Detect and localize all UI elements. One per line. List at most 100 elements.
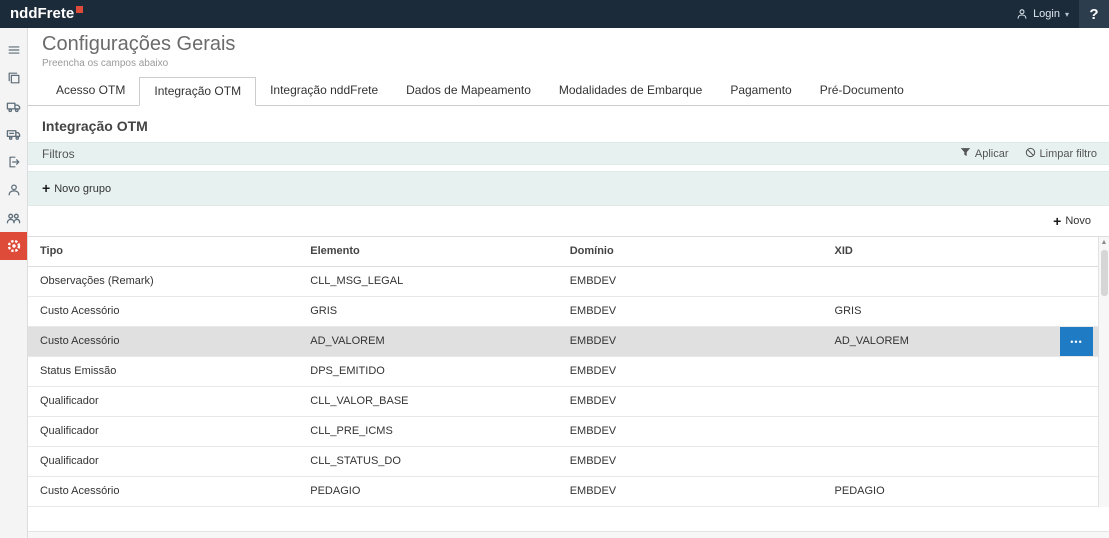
scroll-up-icon[interactable]: ▲ (1101, 239, 1108, 247)
main-content: Configurações Gerais Preencha os campos … (28, 28, 1109, 538)
cell-elemento: AD_VALOREM (298, 327, 557, 356)
sidebar (0, 28, 28, 538)
cell-tipo: Status Emissão (28, 357, 298, 386)
truck-icon (6, 99, 21, 114)
cell-xid (823, 387, 1109, 416)
cell-elemento: DPS_EMITIDO (298, 357, 557, 386)
table-toolbar: + Novo (28, 206, 1109, 234)
page-head: Configurações Gerais Preencha os campos … (28, 28, 1109, 71)
sidebar-item-settings[interactable] (0, 232, 27, 260)
app-shell: Configurações Gerais Preencha os campos … (0, 28, 1109, 538)
new-group-button[interactable]: + Novo grupo (42, 183, 111, 195)
tab-integracao-nddfrete[interactable]: Integração nddFrete (256, 77, 392, 105)
page-subtitle: Preencha os campos abaixo (42, 58, 1109, 69)
apply-filter-button[interactable]: Aplicar (960, 147, 1009, 161)
cell-elemento: GRIS (298, 297, 557, 326)
new-button[interactable]: + Novo (1053, 215, 1091, 227)
help-button[interactable]: ? (1079, 0, 1109, 28)
cell-tipo: Qualificador (28, 417, 298, 446)
cell-dominio: EMBDEV (558, 477, 823, 506)
table-row[interactable]: Qualificador CLL_VALOR_BASE EMBDEV (28, 387, 1109, 417)
sidebar-item-documents[interactable] (0, 64, 27, 92)
clear-filter-button[interactable]: Limpar filtro (1025, 147, 1097, 161)
filter-group-panel: + Novo grupo (28, 171, 1109, 206)
cell-xid (823, 447, 1109, 476)
cell-elemento: PEDAGIO (298, 477, 557, 506)
sidebar-item-support[interactable] (0, 176, 27, 204)
cell-dominio: EMBDEV (558, 387, 823, 416)
support-icon (7, 183, 21, 197)
tab-bar: Acesso OTM Integração OTM Integração ndd… (28, 77, 1109, 106)
cell-tipo: Observações (Remark) (28, 267, 298, 296)
cell-xid (823, 357, 1109, 386)
chevron-down-icon: ▾ (1065, 10, 1069, 19)
plus-icon: + (42, 183, 50, 194)
export-icon (7, 155, 21, 169)
filters-bar: Filtros Aplicar Limpar filtro (28, 142, 1109, 165)
cell-tipo: Qualificador (28, 387, 298, 416)
column-header-tipo[interactable]: Tipo (28, 237, 298, 266)
cell-xid: PEDAGIO (823, 477, 1109, 506)
cell-dominio: EMBDEV (558, 297, 823, 326)
topbar-right: Login ▾ ? (1006, 0, 1109, 28)
table-row[interactable]: Status Emissão DPS_EMITIDO EMBDEV (28, 357, 1109, 387)
settings-gear-icon (6, 238, 22, 254)
cell-tipo: Custo Acessório (28, 297, 298, 326)
column-header-dominio[interactable]: Domínio (558, 237, 823, 266)
documents-icon (7, 71, 21, 85)
tab-integracao-otm[interactable]: Integração OTM (139, 77, 256, 106)
cell-dominio: EMBDEV (558, 267, 823, 296)
circle-slash-icon (1025, 147, 1036, 161)
brand-logo: nddFrete (10, 5, 83, 23)
cell-xid: GRIS (823, 297, 1109, 326)
table-row[interactable]: Custo Acessório PEDAGIO EMBDEV PEDAGIO (28, 477, 1109, 507)
cell-elemento: CLL_PRE_ICMS (298, 417, 557, 446)
scrollbar-thumb[interactable] (1101, 250, 1108, 296)
sidebar-item-users[interactable] (0, 204, 27, 232)
tab-dados-de-mapeamento[interactable]: Dados de Mapeamento (392, 77, 545, 105)
cell-dominio: EMBDEV (558, 447, 823, 476)
horizontal-scrollbar[interactable] (28, 531, 1109, 538)
brand-mark (76, 6, 83, 13)
table-row[interactable]: Observações (Remark) CLL_MSG_LEGAL EMBDE… (28, 267, 1109, 297)
tab-modalidades-de-embarque[interactable]: Modalidades de Embarque (545, 77, 716, 105)
users-icon (6, 211, 21, 226)
cell-tipo: Custo Acessório (28, 327, 298, 356)
section-heading: Integração OTM (42, 118, 1109, 134)
funnel-icon (960, 147, 971, 161)
table-header-row: Tipo Elemento Domínio XID (28, 237, 1109, 267)
cell-dominio: EMBDEV (558, 327, 823, 356)
cell-dominio: EMBDEV (558, 357, 823, 386)
apply-filter-label: Aplicar (975, 148, 1009, 160)
row-actions-button[interactable]: ••• (1060, 327, 1093, 356)
tab-pre-documento[interactable]: Pré-Documento (806, 77, 918, 105)
sidebar-item-menu[interactable] (0, 36, 27, 64)
cell-dominio: EMBDEV (558, 417, 823, 446)
page-title: Configurações Gerais (42, 33, 1109, 56)
vertical-scrollbar[interactable]: ▲ (1098, 237, 1109, 507)
column-header-xid[interactable]: XID (823, 237, 1109, 266)
data-table: Tipo Elemento Domínio XID Observações (R… (28, 236, 1109, 507)
table-row-selected[interactable]: Custo Acessório AD_VALOREM EMBDEV AD_VAL… (28, 327, 1109, 357)
table-row[interactable]: Custo Acessório GRIS EMBDEV GRIS (28, 297, 1109, 327)
column-header-elemento[interactable]: Elemento (298, 237, 557, 266)
tab-acesso-otm[interactable]: Acesso OTM (42, 77, 139, 105)
cell-elemento: CLL_STATUS_DO (298, 447, 557, 476)
new-group-label: Novo grupo (54, 183, 111, 195)
cell-tipo: Qualificador (28, 447, 298, 476)
cell-elemento: CLL_VALOR_BASE (298, 387, 557, 416)
filters-label: Filtros (42, 147, 75, 161)
menu-icon (7, 43, 21, 57)
sidebar-item-shipment[interactable] (0, 120, 27, 148)
plus-icon: + (1053, 216, 1061, 227)
login-menu[interactable]: Login ▾ (1006, 0, 1079, 28)
tab-pagamento[interactable]: Pagamento (716, 77, 805, 105)
cell-xid (823, 267, 1109, 296)
filters-actions: Aplicar Limpar filtro (960, 147, 1097, 161)
topbar: nddFrete Login ▾ ? (0, 0, 1109, 28)
sidebar-item-checkout[interactable] (0, 148, 27, 176)
sidebar-item-truck[interactable] (0, 92, 27, 120)
table-row[interactable]: Qualificador CLL_STATUS_DO EMBDEV (28, 447, 1109, 477)
table-row[interactable]: Qualificador CLL_PRE_ICMS EMBDEV (28, 417, 1109, 447)
brand-text: nddFrete (10, 5, 74, 23)
